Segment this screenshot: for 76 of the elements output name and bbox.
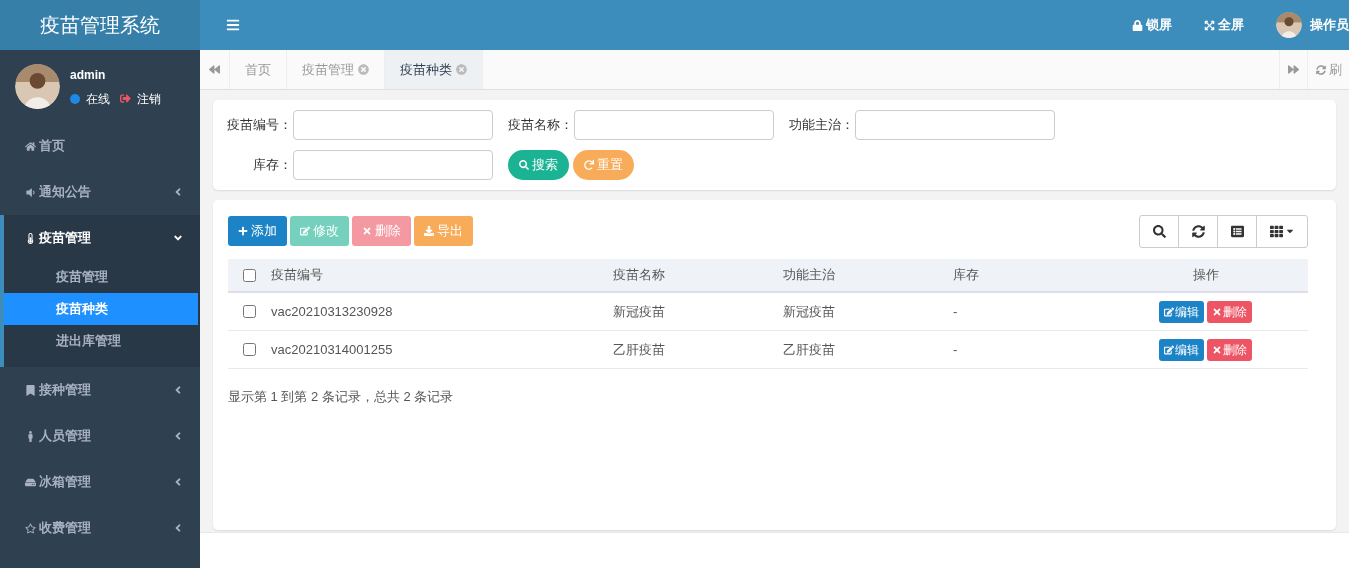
edit-button[interactable]: 编辑 xyxy=(1159,300,1204,323)
table-cell-text: 新冠疫苗 xyxy=(613,302,666,321)
menu-toggle-icon[interactable] xyxy=(226,18,240,32)
search-button[interactable]: 搜索 xyxy=(508,150,569,180)
thermometer-icon xyxy=(25,232,36,244)
table-cell-text: - xyxy=(953,302,959,321)
submenu-item[interactable]: 疫苗管理 xyxy=(4,261,200,293)
drive-icon xyxy=(25,476,36,488)
edit-icon xyxy=(1164,344,1174,355)
menu-item[interactable]: 接种管理 xyxy=(0,367,200,413)
input-field[interactable] xyxy=(293,110,493,140)
search-icon xyxy=(519,160,529,170)
avatar xyxy=(15,64,60,109)
pagination-summary: 显示第 1 到第 2 条记录，总共 2 条记录 xyxy=(228,388,455,406)
table-cell-text: vac20210313230928 xyxy=(271,302,394,321)
close-icon xyxy=(362,226,372,236)
column-header: 功能主治 xyxy=(783,266,836,285)
edit-icon xyxy=(1164,306,1174,317)
logout-icon xyxy=(120,93,131,104)
lock-icon xyxy=(1132,19,1143,31)
menu-item[interactable]: 通知公告 xyxy=(0,169,200,215)
logout-link[interactable]: 注销 xyxy=(137,89,161,108)
menu-item[interactable]: 疫苗管理 xyxy=(4,215,200,261)
home-icon xyxy=(25,140,36,152)
menu-item[interactable]: 人员管理 xyxy=(0,413,200,459)
input-field[interactable] xyxy=(293,150,493,180)
field-label: 疫苗编号： xyxy=(227,116,292,135)
plus-icon xyxy=(238,226,248,236)
column-header: 库存 xyxy=(953,266,980,285)
refresh-tab-button[interactable]: 刷 xyxy=(1307,50,1349,89)
field-label: 疫苗名称： xyxy=(508,116,573,135)
table-cell-text: vac20210314001255 xyxy=(271,340,394,359)
download-icon xyxy=(424,226,434,236)
menu-item[interactable]: 收费管理 xyxy=(0,505,200,551)
input-field[interactable] xyxy=(574,110,774,140)
table-cell-text: - xyxy=(953,340,959,359)
menu-item[interactable]: 冰箱管理 xyxy=(0,459,200,505)
edit-icon xyxy=(300,226,310,236)
table-cell-text: 乙肝疫苗 xyxy=(613,340,666,359)
star-icon xyxy=(25,522,36,534)
field-label: 功能主治： xyxy=(789,116,854,135)
operator-name[interactable]: 操作员 xyxy=(1310,15,1349,35)
submenu-item[interactable]: 疫苗种类 xyxy=(4,293,198,325)
column-header: 操作 xyxy=(1191,266,1220,285)
reset-icon xyxy=(584,160,594,170)
toolbar-button[interactable]: 添加 xyxy=(228,216,287,246)
column-header: 疫苗编号 xyxy=(271,266,324,285)
delete-button[interactable]: 删除 xyxy=(1207,338,1252,361)
speaker-icon xyxy=(25,186,36,198)
status-text: 在线 xyxy=(86,90,110,108)
refresh-icon xyxy=(1316,64,1326,75)
header-action[interactable]: 锁屏 xyxy=(1132,15,1172,35)
input-field[interactable] xyxy=(855,110,1055,140)
user-name: admin xyxy=(70,66,107,84)
page-tab[interactable]: 疫苗种类 xyxy=(385,50,483,89)
header-action[interactable]: 全屏 xyxy=(1204,15,1244,35)
close-icon[interactable] xyxy=(358,64,369,75)
row-checkbox[interactable] xyxy=(243,343,256,356)
page-tab[interactable]: 首页 xyxy=(230,50,287,89)
table-cell-text: 乙肝疫苗 xyxy=(783,340,836,359)
column-header: 疫苗名称 xyxy=(613,266,666,285)
delete-button[interactable]: 删除 xyxy=(1207,300,1252,323)
person-icon xyxy=(25,430,36,442)
fullscreen-icon xyxy=(1204,19,1215,31)
operator-avatar xyxy=(1276,12,1302,38)
menu-item[interactable]: 首页 xyxy=(0,123,200,169)
table-cell-text: 新冠疫苗 xyxy=(783,302,836,321)
close-icon xyxy=(1212,344,1222,355)
app-title: 疫苗管理系统 xyxy=(40,13,160,38)
select-all-checkbox[interactable] xyxy=(243,268,256,282)
field-label: 库存： xyxy=(252,156,292,175)
row-checkbox[interactable] xyxy=(243,305,256,318)
edit-button[interactable]: 编辑 xyxy=(1159,338,1204,361)
bookmark-icon xyxy=(25,384,36,396)
submenu-item[interactable]: 进出库管理 xyxy=(4,325,200,357)
close-icon xyxy=(1212,306,1222,317)
